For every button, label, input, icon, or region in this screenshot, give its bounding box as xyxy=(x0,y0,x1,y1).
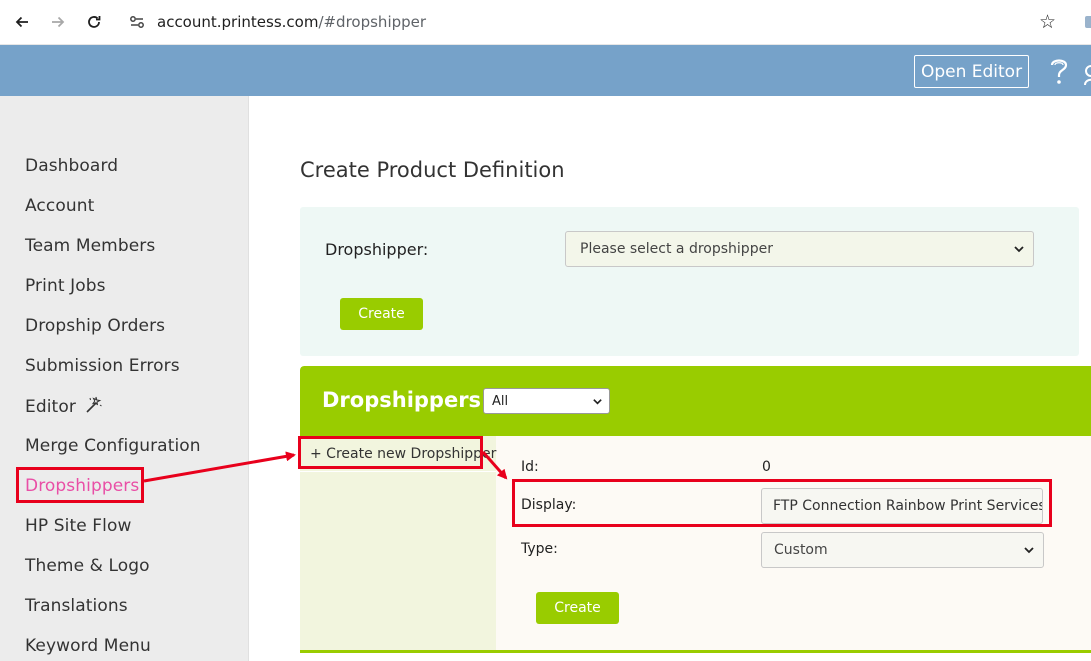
back-arrow-icon[interactable] xyxy=(11,11,33,33)
sidebar-item-dashboard[interactable]: Dashboard xyxy=(25,156,118,176)
list-divider xyxy=(300,471,496,472)
sidebar-item-dropship-orders[interactable]: Dropship Orders xyxy=(25,316,165,336)
sidebar-item-submission-errors[interactable]: Submission Errors xyxy=(25,356,180,376)
create-product-panel: Dropshipper: Please select a dropshipper… xyxy=(300,207,1079,356)
forward-arrow-icon[interactable] xyxy=(47,11,69,33)
id-value: 0 xyxy=(762,459,771,475)
url-host: account.printess.com xyxy=(157,13,319,31)
type-select[interactable]: Custom xyxy=(761,532,1044,568)
sidebar-nav xyxy=(0,96,249,661)
extension-icon[interactable] xyxy=(1084,14,1091,32)
dropshippers-filter-select[interactable]: All xyxy=(483,388,610,414)
sidebar-item-editor-label: Editor xyxy=(25,397,76,417)
reload-icon[interactable] xyxy=(83,11,105,33)
sidebar-item-print-jobs[interactable]: Print Jobs xyxy=(25,276,106,296)
annotation-box-display xyxy=(512,479,1052,527)
sidebar-item-translations[interactable]: Translations xyxy=(25,596,128,616)
address-bar[interactable]: account.printess.com/#dropshipper ☆ xyxy=(118,5,1068,39)
dropshippers-header: Dropshippers All xyxy=(300,366,1091,436)
url-text: account.printess.com/#dropshipper xyxy=(157,13,426,31)
page-title: Create Product Definition xyxy=(300,158,565,182)
chevron-down-icon xyxy=(1024,547,1034,554)
dropshipper-select-value: Please select a dropshipper xyxy=(580,241,773,257)
create-product-button[interactable]: Create xyxy=(340,298,423,330)
magic-wand-icon xyxy=(86,396,102,413)
site-settings-icon[interactable] xyxy=(128,13,146,31)
chevron-down-icon xyxy=(1014,246,1024,253)
dropshippers-filter-value: All xyxy=(492,393,509,409)
id-label: Id: xyxy=(521,459,539,475)
browser-toolbar: account.printess.com/#dropshipper ☆ xyxy=(0,0,1091,45)
app-header: Open Editor xyxy=(0,45,1091,96)
sidebar-item-merge-configuration[interactable]: Merge Configuration xyxy=(25,436,201,456)
chevron-down-icon xyxy=(593,399,602,405)
type-select-value: Custom xyxy=(774,542,828,558)
sidebar-item-account[interactable]: Account xyxy=(25,196,94,216)
sidebar-item-keyword-menu[interactable]: Keyword Menu xyxy=(25,636,151,656)
user-icon[interactable] xyxy=(1083,63,1091,85)
sidebar-item-team-members[interactable]: Team Members xyxy=(25,236,155,256)
bookmark-star-icon[interactable]: ☆ xyxy=(1039,11,1056,33)
create-dropshipper-button[interactable]: Create xyxy=(536,592,619,624)
annotation-box-create-new xyxy=(298,436,483,469)
sidebar-item-theme-logo[interactable]: Theme & Logo xyxy=(25,556,150,576)
sidebar-item-editor[interactable]: Editor xyxy=(25,396,102,417)
help-icon[interactable] xyxy=(1046,56,1072,86)
panel-bottom-border xyxy=(300,650,1091,653)
dropshipper-label: Dropshipper: xyxy=(325,240,429,259)
url-path: /#dropshipper xyxy=(318,13,427,31)
open-editor-button[interactable]: Open Editor xyxy=(914,55,1029,88)
sidebar-item-hp-site-flow[interactable]: HP Site Flow xyxy=(25,516,132,536)
type-label: Type: xyxy=(521,541,558,557)
dropshippers-title: Dropshippers xyxy=(322,388,482,412)
dropshipper-select[interactable]: Please select a dropshipper xyxy=(565,231,1034,267)
annotation-box-dropshippers xyxy=(16,467,144,503)
